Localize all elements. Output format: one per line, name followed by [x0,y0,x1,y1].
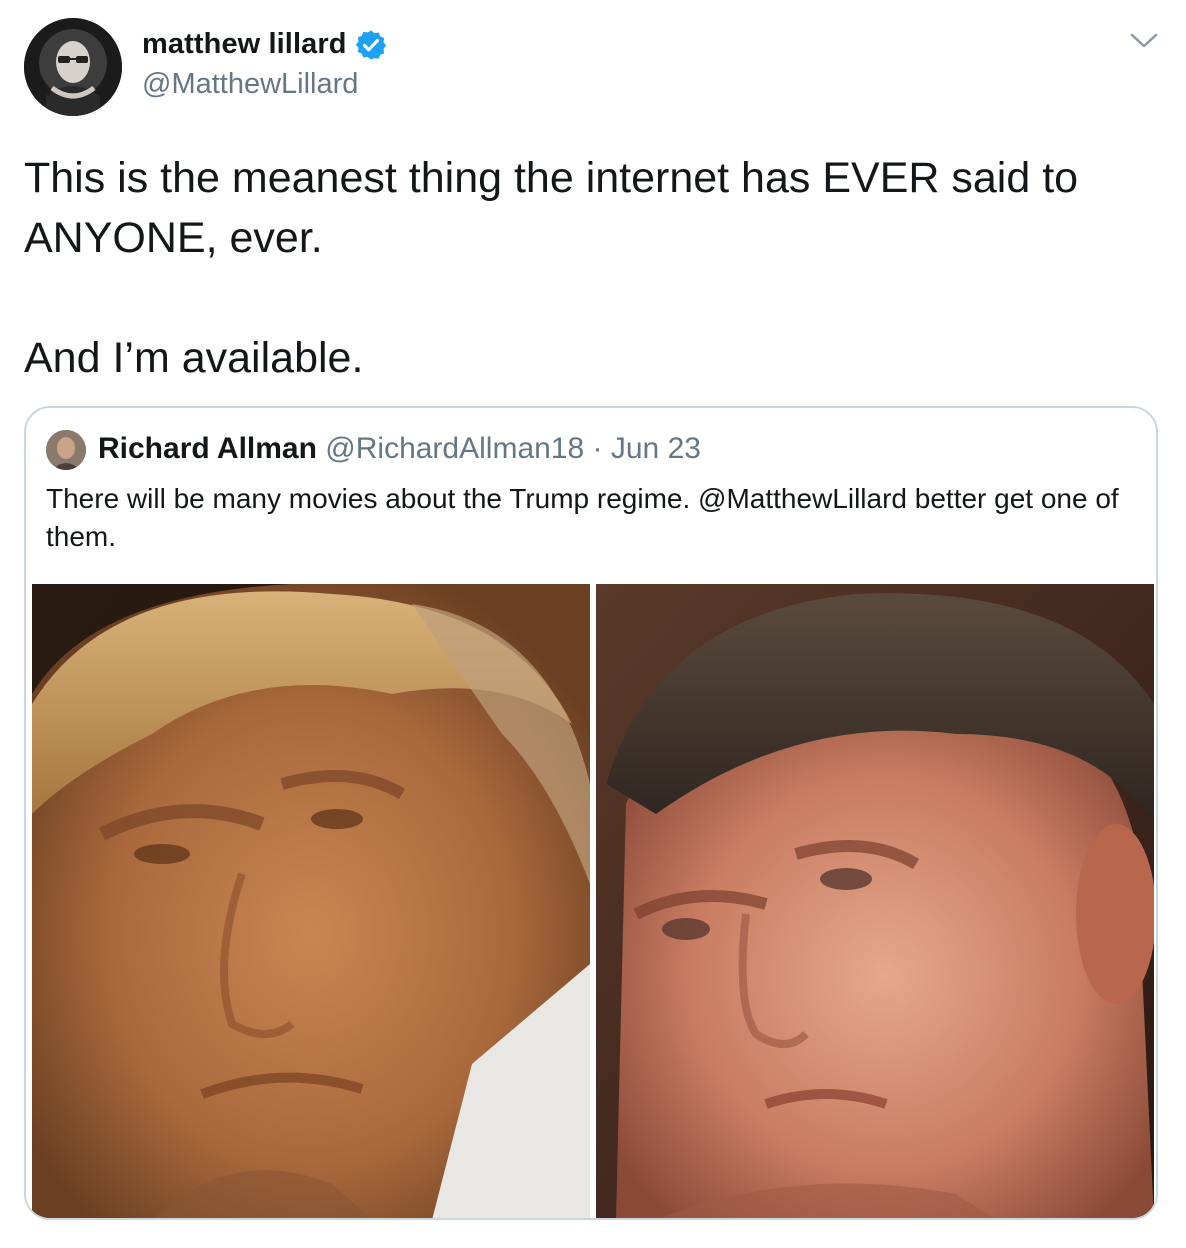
photo-right-face [596,584,1154,1218]
author-avatar[interactable] [24,18,122,116]
chevron-down-icon[interactable] [1128,30,1160,52]
photo-left[interactable] [32,584,590,1218]
tweet-text-line-2: And I’m available. [24,334,364,382]
photo-left-face [32,584,590,1218]
tweet-text: This is the meanest thing the internet h… [24,148,1154,388]
quoted-tweet-card[interactable]: Richard Allman @RichardAllman18 · Jun 23… [24,406,1158,1220]
quoted-handle[interactable]: @RichardAllman18 [325,432,584,465]
author-display-name[interactable]: matthew lillard [142,28,347,61]
quoted-media[interactable] [32,584,1154,1218]
quoted-separator: · [592,432,603,465]
photo-right[interactable] [596,584,1154,1218]
author-name-row: matthew lillard [142,28,387,61]
quoted-author-avatar[interactable] [46,430,86,470]
avatar-image [24,18,122,116]
author-handle[interactable]: @MatthewLillard [142,68,358,101]
quoted-header: Richard Allman @RichardAllman18 · Jun 23 [98,432,701,466]
verified-badge-icon [355,29,387,61]
quoted-date[interactable]: Jun 23 [611,432,701,465]
quoted-text: There will be many movies about the Trum… [46,483,1119,552]
tweet-text-line-1: This is the meanest thing the internet h… [24,154,1079,262]
quoted-display-name[interactable]: Richard Allman [98,432,317,465]
tweet: matthew lillard @MatthewLillard This is … [0,0,1186,1248]
